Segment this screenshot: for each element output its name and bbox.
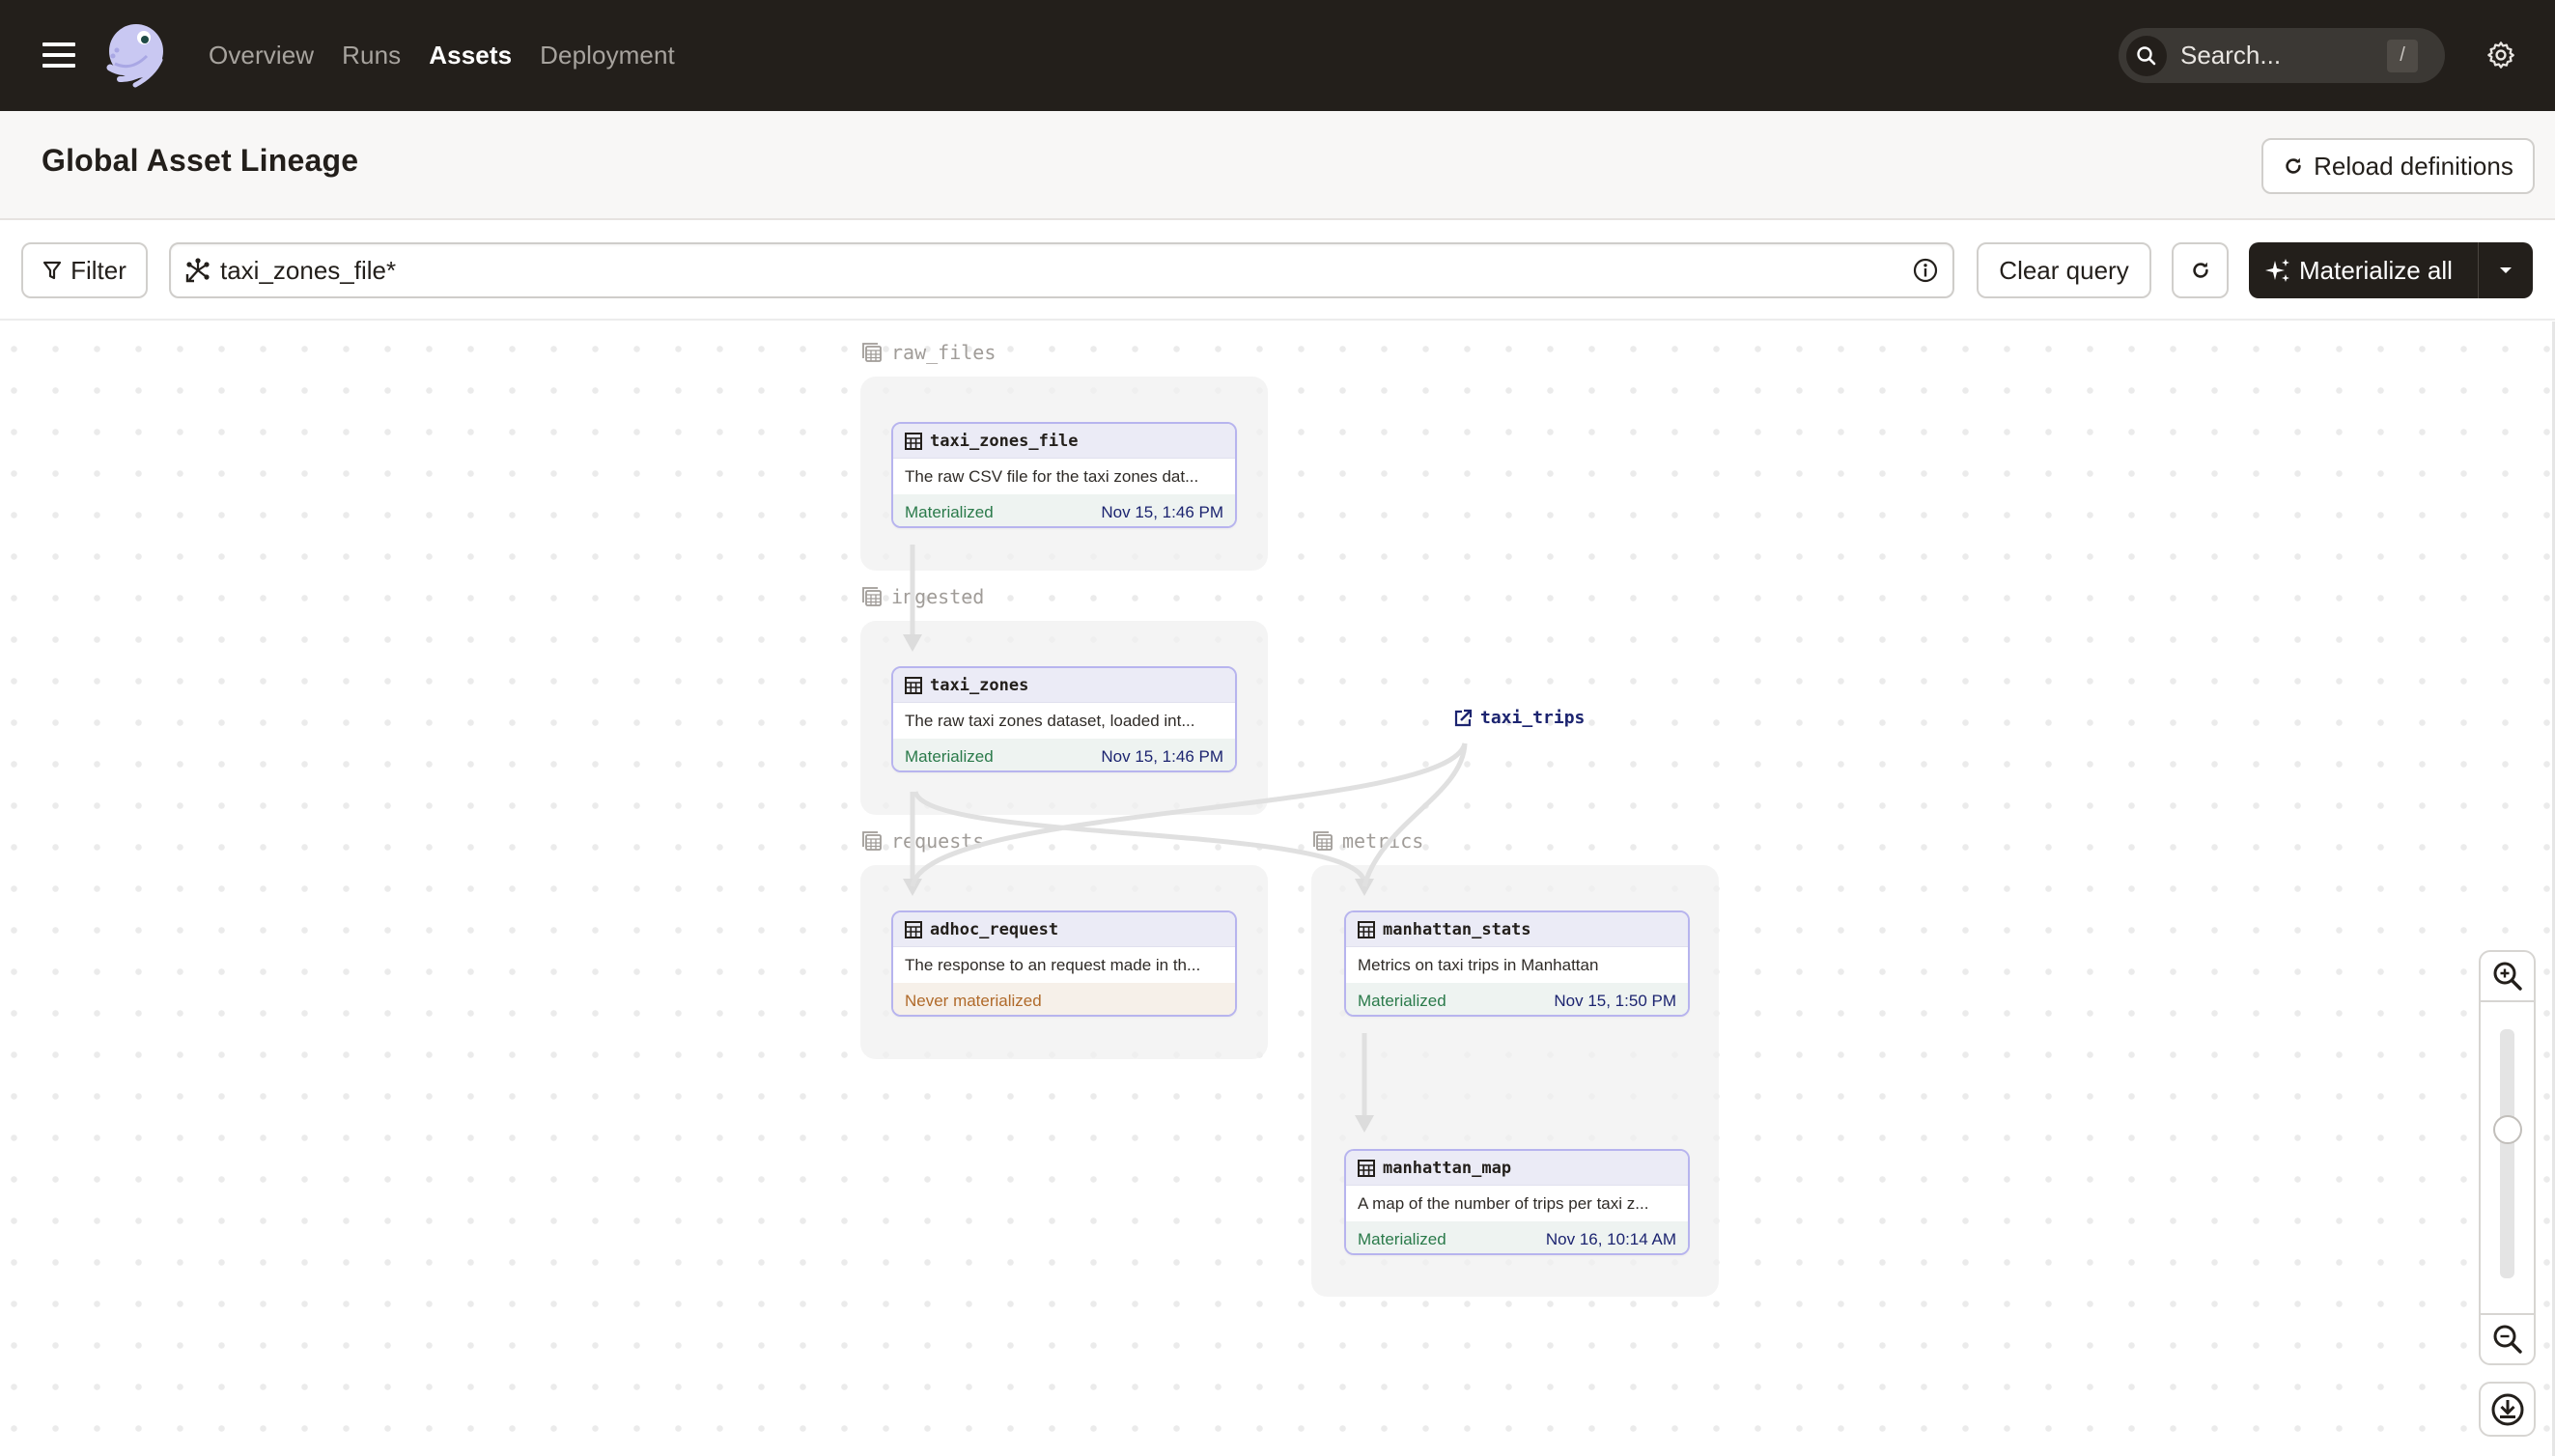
refresh-icon [2192, 262, 2208, 278]
search-shortcut-hint: / [2387, 39, 2418, 72]
asset-status-row: Materialized Nov 15, 1:46 PM [893, 494, 1235, 526]
status-label: Materialized [1358, 1229, 1446, 1248]
asset-node-taxi-zones-file[interactable]: taxi_zones_file The raw CSV file for the… [891, 422, 1237, 528]
graph-toolbar: Filter Clear query Materialize all [0, 220, 2555, 321]
asset-name: adhoc_request [930, 919, 1059, 939]
caret-down-icon [2500, 267, 2512, 273]
asset-name: taxi_zones [930, 675, 1029, 695]
filter-button[interactable]: Filter [21, 242, 148, 298]
main-nav: Overview Runs Assets Deployment [209, 0, 703, 111]
asset-node-taxi-zones[interactable]: taxi_zones The raw taxi zones dataset, l… [891, 666, 1237, 772]
nav-assets[interactable]: Assets [429, 41, 512, 70]
status-label: Materialized [1358, 991, 1446, 1010]
asset-selection-query[interactable] [169, 242, 1954, 298]
group-icon [862, 343, 882, 362]
asset-description: The raw CSV file for the taxi zones dat.… [905, 466, 1199, 486]
asset-description: Metrics on taxi trips in Manhattan [1358, 955, 1599, 974]
zoom-out-icon [2493, 1325, 2522, 1354]
top-navigation-bar: Overview Runs Assets Deployment Search..… [0, 0, 2555, 111]
status-label: Materialized [905, 746, 994, 766]
download-graph-button[interactable] [2479, 1382, 2536, 1437]
asset-status-row: Materialized Nov 15, 1:46 PM [893, 739, 1235, 770]
zoom-slider-handle[interactable] [2493, 1114, 2522, 1144]
asset-node-manhattan-stats[interactable]: manhattan_stats Metrics on taxi trips in… [1344, 910, 1690, 1017]
group-label-requests[interactable]: requests [860, 829, 984, 853]
gear-icon[interactable] [2485, 40, 2516, 70]
query-input[interactable] [220, 255, 1912, 286]
zoom-out-button[interactable] [2481, 1313, 2534, 1363]
materialized-timestamp[interactable]: Nov 15, 1:50 PM [1554, 992, 1676, 1011]
info-icon[interactable] [1912, 257, 1939, 284]
asset-name: manhattan_map [1383, 1158, 1512, 1178]
zoom-control [2479, 950, 2536, 1365]
filter-icon [43, 261, 62, 280]
zoom-in-icon [2493, 962, 2522, 991]
asset-description: A map of the number of trips per taxi z.… [1358, 1193, 1649, 1213]
nav-deployment[interactable]: Deployment [540, 41, 675, 70]
materialized-timestamp[interactable]: Nov 15, 1:46 PM [1101, 747, 1223, 767]
hamburger-icon[interactable] [42, 42, 75, 68]
group-label-ingested[interactable]: ingested [860, 585, 984, 608]
materialized-timestamp[interactable]: Nov 15, 1:46 PM [1101, 503, 1223, 522]
asset-name: taxi_zones_file [930, 431, 1079, 451]
table-icon [1358, 920, 1375, 938]
asset-description: The response to an request made in th... [905, 955, 1201, 974]
status-label: Never materialized [905, 991, 1042, 1010]
asset-selection-icon [185, 258, 210, 283]
lineage-edges [903, 545, 1468, 1133]
page-title: Global Asset Lineage [42, 143, 359, 178]
dagster-logo[interactable] [100, 21, 168, 89]
group-icon [1313, 831, 1333, 851]
reload-icon [2286, 157, 2301, 174]
asset-status-row: Materialized Nov 15, 1:50 PM [1346, 983, 1688, 1015]
table-icon [1358, 1159, 1375, 1177]
table-icon [905, 432, 922, 450]
materialize-all-button[interactable]: Materialize all [2249, 242, 2478, 298]
asset-description: The raw taxi zones dataset, loaded int..… [905, 711, 1195, 730]
reload-definitions-button[interactable]: Reload definitions [2261, 138, 2535, 194]
zoom-in-button[interactable] [2481, 952, 2534, 1002]
group-label-metrics[interactable]: metrics [1311, 829, 1423, 853]
asset-node-manhattan-map[interactable]: manhattan_map A map of the number of tri… [1344, 1149, 1690, 1255]
materialize-all-split-button: Materialize all [2249, 242, 2533, 298]
global-search[interactable]: Search... / [2119, 28, 2445, 83]
nav-runs[interactable]: Runs [342, 41, 401, 70]
external-link-icon [1454, 709, 1473, 726]
filter-label: Filter [70, 255, 126, 285]
materialize-all-label: Materialize all [2299, 255, 2453, 285]
materialize-options-dropdown[interactable] [2479, 242, 2533, 298]
materialized-timestamp[interactable]: Nov 16, 10:14 AM [1546, 1230, 1676, 1249]
asset-name: manhattan_stats [1383, 919, 1531, 939]
search-placeholder: Search... [2180, 41, 2282, 70]
asset-status-row: Materialized Nov 16, 10:14 AM [1346, 1221, 1688, 1253]
reload-definitions-label: Reload definitions [2314, 151, 2513, 181]
sparkle-icon [2265, 259, 2289, 282]
nav-overview[interactable]: Overview [209, 41, 314, 70]
asset-status-row: Never materialized [893, 983, 1235, 1015]
search-icon [2126, 35, 2167, 76]
external-asset-taxi-trips[interactable]: taxi_trips [1453, 708, 1585, 728]
clear-query-button[interactable]: Clear query [1977, 242, 2151, 298]
group-icon [862, 831, 882, 851]
zoom-slider[interactable] [2493, 1029, 2522, 1278]
download-icon [2491, 1393, 2523, 1425]
table-icon [905, 676, 922, 694]
status-label: Materialized [905, 502, 994, 521]
table-icon [905, 920, 922, 938]
refresh-button[interactable] [2172, 242, 2229, 298]
group-label-raw-files[interactable]: raw_files [860, 341, 996, 364]
group-icon [862, 587, 882, 606]
external-asset-name: taxi_trips [1480, 708, 1586, 728]
asset-node-adhoc-request[interactable]: adhoc_request The response to an request… [891, 910, 1237, 1017]
page-header: Global Asset Lineage Reload definitions [0, 111, 2555, 220]
asset-graph-canvas[interactable]: raw_files ingested requests metrics taxi… [0, 322, 2552, 1456]
